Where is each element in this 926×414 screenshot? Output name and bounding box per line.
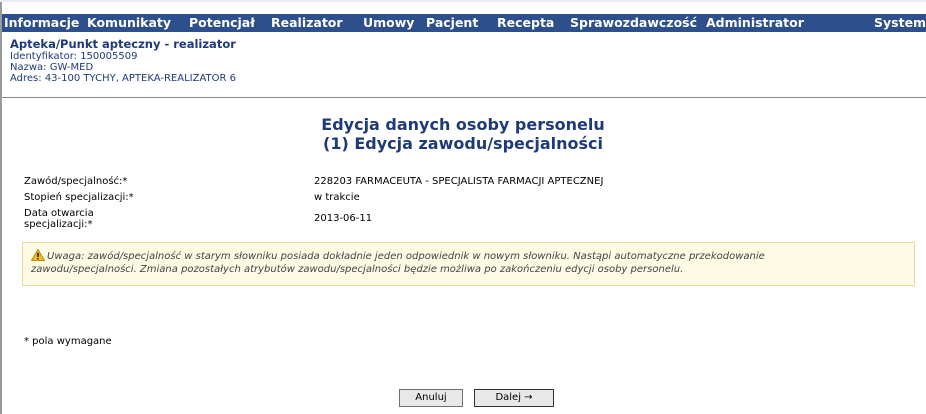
pharmacy-title: Apteka/Punkt apteczny - realizator	[10, 37, 236, 51]
page-title-line1: Edycja danych osoby personelu	[321, 115, 605, 134]
opening-date-label: Data otwarcia specjalizacji:*	[24, 208, 284, 230]
profession-label: Zawód/specjalność:*	[24, 176, 128, 187]
pharmacy-name: Nazwa: GW-MED	[10, 62, 94, 73]
warning-triangle-icon	[31, 249, 45, 261]
menu-item-realizator[interactable]: Realizator	[271, 15, 343, 31]
degree-value: w trakcie	[314, 192, 360, 203]
menu-item-umowy[interactable]: Umowy	[363, 15, 414, 31]
menu-item-sprawozdawczosc[interactable]: Sprawozdawczość	[570, 15, 697, 31]
main-menu-bar: Informacje Komunikaty Potencjał Realizat…	[2, 14, 926, 32]
pharmacy-address: Adres: 43-100 TYCHY, APTEKA-REALIZATOR 6	[10, 73, 236, 84]
header-divider	[2, 97, 926, 98]
pharmacy-identifier: Identyfikator: 150005509	[10, 51, 138, 62]
menu-item-administrator[interactable]: Administrator	[706, 15, 804, 31]
menu-item-recepta[interactable]: Recepta	[497, 15, 554, 31]
warning-text: Uwaga: zawód/specjalność w starym słowni…	[31, 249, 901, 276]
page-title-line2: (1) Edycja zawodu/specjalności	[323, 134, 603, 153]
warning-line1: Uwaga: zawód/specjalność w starym słowni…	[47, 251, 765, 262]
cancel-button[interactable]: Anuluj	[399, 389, 463, 407]
profession-value: 228203 FARMACEUTA - SPECJALISTA FARMACJI…	[314, 176, 604, 187]
menu-item-potencjal[interactable]: Potencjał	[189, 15, 255, 31]
required-fields-note: * pola wymagane	[24, 336, 112, 347]
opening-date-value: 2013-06-11	[314, 213, 373, 224]
window-border	[0, 0, 2, 414]
page-title: Edycja danych osoby personelu (1) Edycja…	[0, 115, 926, 153]
menu-item-pacjent[interactable]: Pacjent	[426, 15, 478, 31]
opening-date-label-line1: Data otwarcia	[24, 208, 94, 219]
next-button[interactable]: Dalej →	[474, 389, 554, 407]
menu-item-informacje[interactable]: Informacje	[4, 15, 79, 31]
degree-label: Stopień specjalizacji:*	[24, 192, 134, 203]
pharmacy-header: Apteka/Punkt apteczny - realizator Ident…	[10, 37, 236, 85]
warning-line2: zawodu/specjalności. Zmiana pozostałych …	[31, 264, 684, 275]
opening-date-label-line2: specjalizacji:*	[24, 219, 93, 230]
top-border	[0, 0, 926, 2]
warning-box: Uwaga: zawód/specjalność w starym słowni…	[22, 242, 915, 286]
menu-item-system[interactable]: System	[874, 15, 926, 31]
menu-item-komunikaty[interactable]: Komunikaty	[87, 15, 171, 31]
